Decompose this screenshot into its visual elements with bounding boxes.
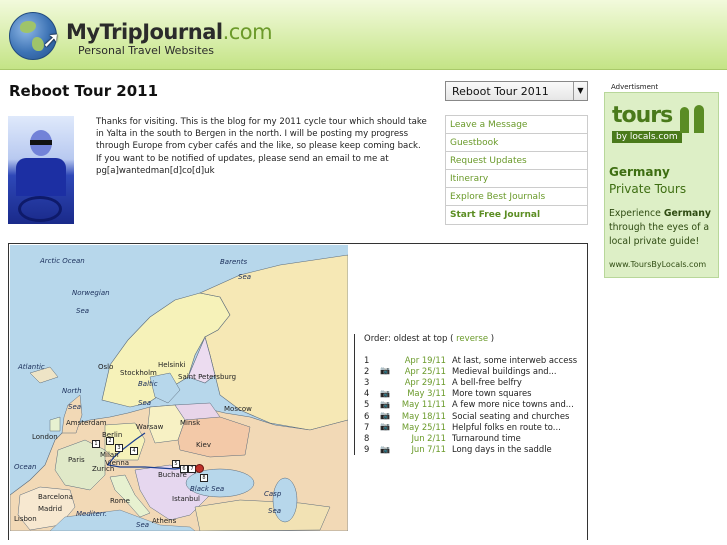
- current-location-pin-icon[interactable]: [195, 464, 204, 473]
- map-label-mediterranean: Mediterr.: [76, 510, 108, 518]
- journal-entries: Order: oldest at top ( reverse ) 1 Apr 19…: [354, 334, 589, 455]
- list-item[interactable]: 4 📷 May 3/11 More town squares: [364, 388, 589, 399]
- page-title: Reboot Tour 2011: [9, 82, 159, 100]
- intro-paragraph: Thanks for visiting. This is the blog fo…: [96, 117, 427, 152]
- map-city: Moscow: [224, 405, 252, 413]
- ad-logo[interactable]: tours by locals.com: [610, 103, 714, 147]
- trip-map-panel: Arctic Ocean Barents Sea Norwegian Sea A…: [8, 243, 588, 540]
- guestbook-link[interactable]: Guestbook: [446, 134, 587, 152]
- map-city: Madrid: [38, 505, 63, 513]
- journal-select-value: Reboot Tour 2011: [452, 85, 549, 98]
- map-city: Stockholm: [120, 369, 157, 377]
- list-item[interactable]: 6 📷 May 18/11 Social seating and churches: [364, 410, 589, 421]
- ad-logo-subtext: by locals.com: [612, 131, 682, 143]
- request-updates-link[interactable]: Request Updates: [446, 152, 587, 170]
- map-label-sea: Sea: [238, 273, 252, 281]
- list-item[interactable]: 1 Apr 19/11 At last, some interweb access: [364, 354, 589, 365]
- map-label-sea: Sea: [138, 399, 152, 407]
- map-label-sea: Sea: [136, 521, 150, 529]
- map-city: Athens: [152, 517, 177, 525]
- ad-label: Advertisment: [611, 83, 659, 91]
- list-item[interactable]: 5 📷 May 11/11 A few more nice towns and...: [364, 399, 589, 410]
- ad-url[interactable]: www.ToursByLocals.com: [609, 260, 706, 269]
- map-city: Zurich: [92, 465, 115, 473]
- people-icon: [676, 105, 710, 135]
- map-label-atlantic: Atlantic: [18, 363, 45, 371]
- list-item[interactable]: 3 Apr 29/11 A bell-free belfry: [364, 376, 589, 387]
- list-item[interactable]: 8 Jun 2/11 Turnaround time: [364, 432, 589, 443]
- map-city: Saint Petersburg: [178, 373, 237, 381]
- camera-icon: 📷: [380, 388, 390, 398]
- site-logo[interactable]: MyTripJournal.com: [66, 20, 273, 44]
- camera-icon: 📷: [380, 422, 390, 432]
- list-item[interactable]: 9 📷 Jun 7/11 Long days in the saddle: [364, 444, 589, 455]
- camera-icon: 📷: [380, 366, 390, 376]
- map-label-sea: Sea: [268, 507, 282, 515]
- map-label-norwegian: Norwegian: [72, 289, 110, 297]
- map-label-sea: Sea: [68, 403, 82, 411]
- ad-subtitle[interactable]: Private Tours: [609, 182, 686, 196]
- map-city: Oslo: [98, 363, 114, 371]
- ad-logo-text: tours: [612, 103, 673, 128]
- site-header: ➚ MyTripJournal.com Personal Travel Webs…: [0, 0, 727, 70]
- map-marker[interactable]: 4: [130, 447, 138, 455]
- map-label-arctic-ocean: Arctic Ocean: [40, 257, 85, 265]
- ad-banner[interactable]: tours by locals.com Germany Private Tour…: [604, 92, 719, 278]
- entry-list: 1 Apr 19/11 At last, some interweb access …: [364, 354, 589, 455]
- camera-icon: 📷: [380, 444, 390, 454]
- map-city: Helsinki: [158, 361, 186, 369]
- map-label-north: North: [62, 387, 82, 395]
- map-city: Lisbon: [14, 515, 37, 523]
- map-marker[interactable]: 2: [106, 437, 114, 445]
- site-tagline: Personal Travel Websites: [78, 44, 215, 57]
- explore-journals-link[interactable]: Explore Best Journals: [446, 188, 587, 206]
- map-city: London: [32, 433, 58, 441]
- map-city: Barcelona: [38, 493, 73, 501]
- itinerary-link[interactable]: Itinerary: [446, 170, 587, 188]
- map-marker[interactable]: 5: [172, 460, 180, 468]
- camera-icon: 📷: [380, 399, 390, 409]
- avatar: [8, 116, 74, 224]
- map-label-sea: Sea: [76, 307, 90, 315]
- map-city: Warsaw: [136, 423, 164, 431]
- trip-map[interactable]: Arctic Ocean Barents Sea Norwegian Sea A…: [10, 245, 348, 531]
- camera-icon: 📷: [380, 411, 390, 421]
- map-label-ocean: Ocean: [14, 463, 37, 471]
- order-line: Order: oldest at top ( reverse ): [364, 334, 495, 344]
- ad-country[interactable]: Germany: [609, 165, 670, 179]
- map-city: Minsk: [180, 419, 201, 427]
- map-label-black-sea: Black Sea: [190, 485, 225, 493]
- list-item[interactable]: 7 📷 May 25/11 Helpful folks en route to...: [364, 421, 589, 432]
- map-city: Milan: [100, 451, 119, 459]
- start-free-journal-link[interactable]: Start Free Journal: [446, 206, 587, 224]
- map-marker[interactable]: 1: [92, 440, 100, 448]
- intro-paragraph: If you want to be notified of updates, p…: [96, 153, 389, 176]
- map-city: Rome: [110, 497, 130, 505]
- map-land: [10, 254, 348, 531]
- map-marker[interactable]: 3: [115, 444, 123, 452]
- cursor-icon: ➚: [42, 28, 61, 53]
- map-marker[interactable]: 8: [200, 474, 208, 482]
- map-city: Kiev: [196, 441, 211, 449]
- map-city: Paris: [68, 456, 85, 464]
- map-label-baltic: Baltic: [138, 380, 158, 388]
- leave-message-link[interactable]: Leave a Message: [446, 116, 587, 134]
- journal-select[interactable]: Reboot Tour 2011 ▼: [445, 81, 588, 101]
- map-city: Amsterdam: [66, 419, 107, 427]
- intro-text: Thanks for visiting. This is the blog fo…: [96, 116, 436, 177]
- reverse-order-link[interactable]: reverse: [456, 334, 488, 344]
- list-item[interactable]: 2 📷 Apr 25/11 Medieval buildings and...: [364, 365, 589, 376]
- map-label-barents: Barents: [220, 258, 248, 266]
- ad-body: Experience Germany through the eyes of a…: [609, 208, 711, 247]
- map-marker[interactable]: 6: [180, 465, 188, 473]
- map-city: Istanbul: [172, 495, 201, 503]
- map-label-casp: Casp: [264, 490, 282, 498]
- journal-links: Leave a Message Guestbook Request Update…: [445, 115, 588, 225]
- chevron-down-icon[interactable]: ▼: [573, 82, 587, 100]
